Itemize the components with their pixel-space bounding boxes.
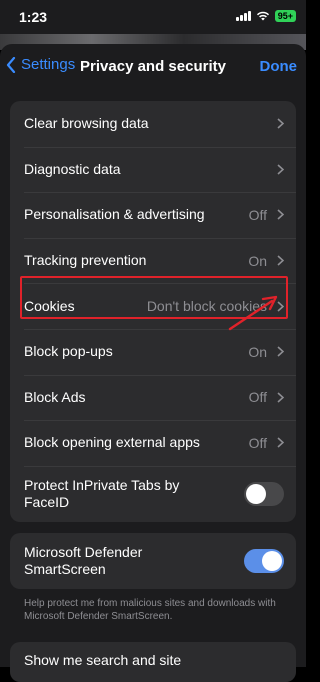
row-label: Block Ads bbox=[24, 388, 86, 405]
chevron-right-icon bbox=[277, 437, 284, 449]
settings-sheet: Settings Privacy and security Done Clear… bbox=[0, 44, 306, 682]
row-clear-browsing-data[interactable]: Clear browsing data bbox=[10, 101, 296, 147]
row-value: On bbox=[248, 343, 267, 360]
row-value: Off bbox=[248, 206, 267, 223]
row-personalisation-advertising[interactable]: Personalisation & advertising Off bbox=[10, 192, 296, 238]
toggle-knob bbox=[246, 483, 266, 504]
chevron-right-icon bbox=[277, 118, 284, 129]
row-block-external-apps[interactable]: Block opening external apps Off bbox=[10, 420, 296, 466]
row-show-search-site[interactable]: Show me search and site bbox=[10, 642, 296, 682]
row-value: On bbox=[248, 252, 267, 269]
row-value: Off bbox=[248, 434, 267, 451]
signal-icon bbox=[235, 11, 251, 21]
faceid-toggle[interactable] bbox=[244, 481, 284, 506]
chevron-right-icon bbox=[277, 346, 284, 357]
row-defender-smartscreen: Microsoft Defender SmartScreen bbox=[10, 533, 296, 589]
chevron-right-icon bbox=[277, 209, 284, 221]
row-label: Diagnostic data bbox=[24, 160, 121, 177]
chevron-right-icon bbox=[277, 164, 284, 175]
row-block-ads[interactable]: Block Ads Off bbox=[10, 374, 296, 421]
row-label: Clear browsing data bbox=[24, 115, 149, 132]
annotation-arrow-icon bbox=[228, 295, 278, 331]
search-suggestions-group: Show me search and site bbox=[10, 642, 296, 682]
row-label: Block pop-ups bbox=[24, 343, 113, 360]
row-label: Protect InPrivate Tabs by FaceID bbox=[24, 476, 180, 510]
row-label: Show me search and site bbox=[24, 652, 182, 668]
chevron-right-icon bbox=[277, 255, 284, 266]
row-label: Microsoft Defender SmartScreen bbox=[24, 544, 143, 577]
smartscreen-toggle[interactable] bbox=[244, 549, 284, 573]
row-value: Off bbox=[248, 389, 267, 406]
row-protect-inprivate-faceid: Protect InPrivate Tabs by FaceID bbox=[10, 465, 296, 522]
status-bar: 1:23 95+ bbox=[0, 0, 306, 34]
row-diagnostic-data[interactable]: Diagnostic data bbox=[10, 146, 296, 193]
wifi-icon bbox=[256, 11, 269, 21]
smartscreen-footnote: Help protect me from malicious sites and… bbox=[24, 598, 276, 622]
row-label: Block opening external apps bbox=[24, 434, 200, 451]
done-button[interactable]: Done bbox=[260, 58, 298, 75]
toggle-knob bbox=[262, 551, 282, 571]
status-icons: 95+ bbox=[235, 10, 296, 22]
chevron-right-icon bbox=[277, 392, 284, 403]
row-block-pop-ups[interactable]: Block pop-ups On bbox=[10, 328, 296, 375]
status-time: 1:23 bbox=[19, 9, 48, 25]
smartscreen-group: Microsoft Defender SmartScreen bbox=[10, 533, 296, 589]
row-label: Tracking prevention bbox=[24, 252, 147, 269]
nav-bar: Settings Privacy and security Done bbox=[0, 44, 306, 90]
row-label: Personalisation & advertising bbox=[24, 206, 205, 223]
battery-icon: 95+ bbox=[274, 10, 296, 22]
